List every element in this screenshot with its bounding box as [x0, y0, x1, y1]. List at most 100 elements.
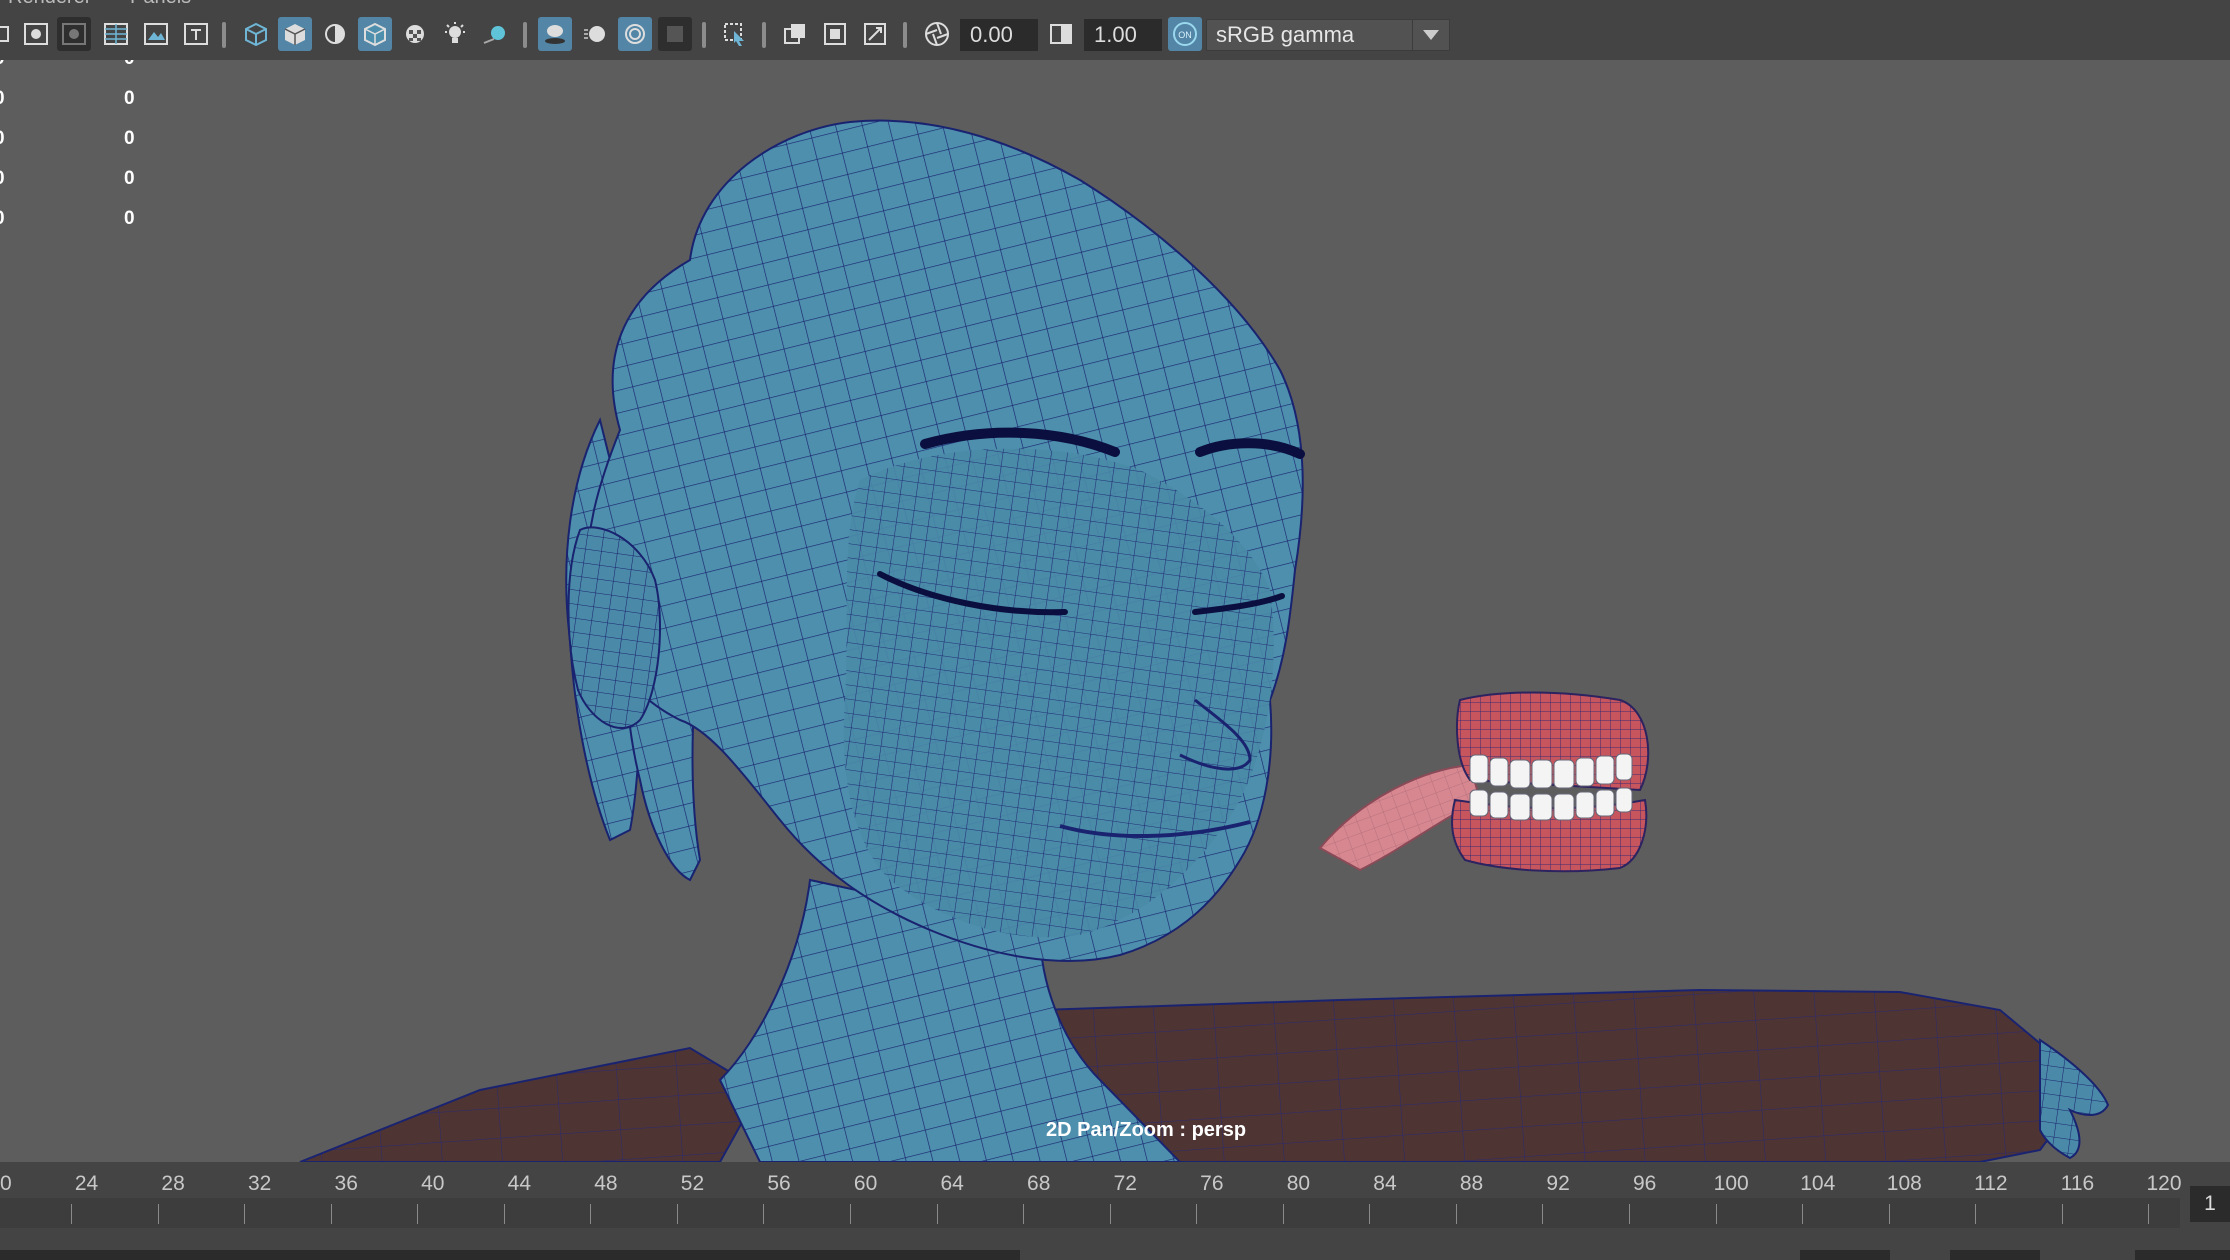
frame-tick — [763, 1204, 765, 1224]
view-transform-value: sRGB gamma — [1216, 22, 1355, 47]
camera-attributes-icon[interactable] — [0, 17, 16, 51]
frame-tick — [1282, 1204, 1284, 1224]
range-slider[interactable] — [0, 1230, 2230, 1260]
frame-tick — [850, 1204, 852, 1224]
frame-tick — [244, 1204, 246, 1224]
frame-tick-label: 120 — [2146, 1172, 2182, 1195]
exposure-icon[interactable] — [920, 17, 954, 51]
frame-tick-label: 92 — [1546, 1172, 1570, 1195]
panel-toolbar: 0.00 1.00 ON sRGB gamma — [0, 10, 2230, 60]
frame-tick — [70, 1204, 72, 1224]
current-frame-field[interactable]: 1 — [2190, 1186, 2230, 1222]
use-all-lights-icon[interactable] — [438, 17, 472, 51]
frame-tick — [2148, 1204, 2150, 1224]
time-ruler[interactable]: 20 24 28 32 36 40 44 48 52 56 60 64 68 72 76 80 84 88 92 96… — [0, 1162, 2182, 1230]
frame-tick-label: 68 — [1027, 1172, 1051, 1195]
range-end-field[interactable] — [1950, 1250, 2040, 1260]
xray-icon[interactable] — [778, 17, 812, 51]
chevron-down-icon[interactable] — [1412, 20, 1449, 50]
frame-tick — [1023, 1204, 1025, 1224]
menu-panels[interactable]: Panels — [130, 0, 191, 9]
frame-tick — [1975, 1204, 1977, 1224]
frame-tick — [1196, 1204, 1198, 1224]
frame-tick-label: 100 — [1713, 1172, 1749, 1195]
frame-tick-label: 28 — [161, 1172, 185, 1195]
toolbar-separator — [762, 22, 766, 48]
viewport-3d[interactable]: 0 0 0 0 0 0 0 0 0 0 — [0, 60, 2230, 1162]
exposure-field[interactable]: 0.00 — [960, 19, 1038, 51]
time-ruler-track[interactable] — [0, 1198, 2180, 1228]
wireframe-icon[interactable] — [239, 17, 273, 51]
frame-tick-label: 88 — [1459, 1172, 1484, 1195]
range-slider-track[interactable] — [0, 1250, 1020, 1260]
frame-tick — [1715, 1204, 1717, 1224]
frame-tick — [503, 1204, 505, 1224]
frame-tick — [1802, 1204, 1804, 1224]
screen-space-ao-icon[interactable] — [538, 17, 572, 51]
toolbar-separator — [702, 22, 706, 48]
frame-tick — [2061, 1204, 2063, 1224]
shadows-icon[interactable] — [478, 17, 512, 51]
motion-blur-icon[interactable] — [578, 17, 612, 51]
frame-tick — [590, 1204, 592, 1224]
gamma-icon[interactable] — [1044, 17, 1078, 51]
frame-tick — [676, 1204, 678, 1224]
frame-tick-label: 48 — [594, 1172, 618, 1195]
frame-tick-label: 80 — [1286, 1172, 1311, 1195]
toolbar-separator — [222, 22, 226, 48]
frame-tick-label: 84 — [1373, 1172, 1397, 1195]
frame-tick-label: 104 — [1800, 1172, 1836, 1195]
frame-tick — [157, 1204, 159, 1224]
image-plane-icon[interactable] — [19, 17, 53, 51]
frame-tick-label: 36 — [334, 1172, 358, 1195]
hud-row: 0 0 — [0, 128, 135, 149]
menu-bar: Renderer Panels — [0, 0, 2230, 10]
time-slider[interactable]: 20 24 28 32 36 40 44 48 52 56 60 64 68 72 76 80 84 88 92 96… — [0, 1162, 2230, 1230]
lock-camera-icon[interactable] — [57, 17, 91, 51]
isolate-select-icon[interactable] — [718, 17, 752, 51]
frame-tick — [1109, 1204, 1111, 1224]
safe-title-icon[interactable] — [179, 17, 213, 51]
frame-tick-label: 116 — [2060, 1172, 2095, 1195]
frame-tick-label: 32 — [247, 1172, 272, 1195]
depth-of-field-icon[interactable] — [658, 17, 692, 51]
frame-tick — [1888, 1204, 1890, 1224]
default-material-icon[interactable] — [318, 17, 352, 51]
frame-tick-label: 64 — [940, 1172, 964, 1195]
view-transform-toggle-label: ON — [1178, 30, 1192, 40]
frame-tick — [1629, 1204, 1631, 1224]
view-transform-dropdown[interactable]: sRGB gamma — [1206, 19, 1450, 51]
smooth-shade-icon[interactable] — [278, 17, 312, 51]
hud-row: 0 0 — [0, 208, 135, 229]
frame-tick-label: 44 — [507, 1172, 532, 1195]
xray-joints-icon[interactable] — [818, 17, 852, 51]
wireframe-on-shaded-icon[interactable] — [358, 17, 392, 51]
frame-tick-label: 112 — [1974, 1172, 2008, 1195]
frame-tick — [1542, 1204, 1544, 1224]
range-start-field[interactable] — [1800, 1250, 1890, 1260]
hand-mesh[interactable] — [2039, 1038, 2110, 1160]
view-transform-toggle-icon[interactable]: ON — [1168, 17, 1202, 51]
frame-tick-label: 96 — [1632, 1172, 1657, 1195]
menu-renderer[interactable]: Renderer — [8, 0, 91, 9]
fps-dropdown[interactable] — [2135, 1250, 2230, 1260]
frame-tick — [1455, 1204, 1457, 1224]
frame-tick-label: 60 — [853, 1172, 878, 1195]
frame-tick — [936, 1204, 938, 1224]
frame-tick-label: 72 — [1113, 1172, 1137, 1195]
textured-icon[interactable] — [398, 17, 432, 51]
frame-tick-label: 24 — [74, 1172, 99, 1195]
frame-tick-label: 20 — [0, 1172, 12, 1195]
frame-tick-label: 108 — [1886, 1172, 1922, 1195]
frame-tick — [417, 1204, 419, 1224]
gamma-field[interactable]: 1.00 — [1084, 19, 1162, 51]
teeth-gums-mesh[interactable] — [1318, 691, 1650, 873]
film-gate-icon[interactable] — [139, 17, 173, 51]
frame-tick — [330, 1204, 332, 1224]
grid-icon[interactable] — [99, 17, 133, 51]
frame-tick-label: 56 — [767, 1172, 791, 1195]
toolbar-separator — [523, 22, 527, 48]
xray-components-icon[interactable] — [858, 17, 892, 51]
camera-label: 2D Pan/Zoom : persp — [1046, 1119, 1247, 1141]
anti-aliasing-icon[interactable] — [618, 17, 652, 51]
